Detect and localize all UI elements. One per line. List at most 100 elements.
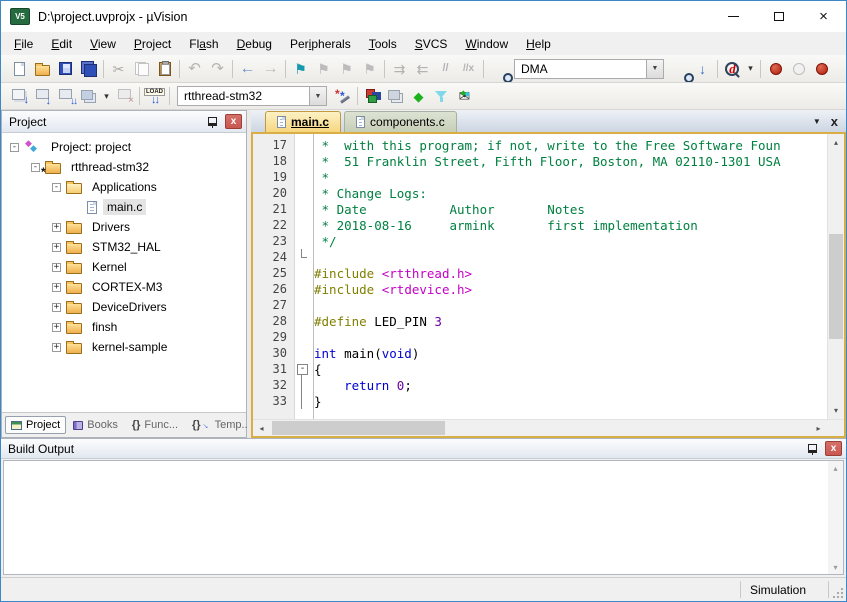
- target-combobox[interactable]: rtthread-stm32▼: [177, 86, 327, 106]
- search-combobox-dropdown-icon[interactable]: ▼: [646, 60, 663, 78]
- expand-minus-icon[interactable]: -: [52, 183, 61, 192]
- code-line-28[interactable]: 28#define LED_PIN 3: [253, 313, 827, 329]
- horizontal-scroll-thumb[interactable]: [272, 421, 445, 435]
- next-bookmark-button[interactable]: ⚑: [335, 58, 358, 80]
- build-output-close-button[interactable]: x: [825, 441, 842, 456]
- scroll-left-icon[interactable]: ◂: [253, 420, 270, 437]
- manage-runtime-environment-button[interactable]: [361, 85, 384, 107]
- toggle-bookmark-button[interactable]: ⚑: [289, 58, 312, 80]
- code-line-24[interactable]: 24: [253, 249, 827, 265]
- expand-plus-icon[interactable]: +: [52, 263, 61, 272]
- navigate-back-button[interactable]: ←: [236, 58, 259, 80]
- comment-button[interactable]: //: [434, 58, 457, 80]
- panel-tab-func[interactable]: {}Func...: [127, 417, 183, 433]
- tree-item-finsh[interactable]: +finsh: [2, 317, 246, 337]
- rebuild-all-button[interactable]: [54, 85, 77, 107]
- editor-tab-main-c[interactable]: main.c: [265, 111, 341, 132]
- code-line-30[interactable]: 30int main(void): [253, 345, 827, 361]
- code-line-33[interactable]: 33}: [253, 393, 827, 409]
- code-editor[interactable]: 17 * with this program; if not, write to…: [253, 137, 827, 409]
- menu-view[interactable]: View: [81, 34, 125, 54]
- expand-minus-icon[interactable]: -: [10, 143, 19, 152]
- expand-plus-icon[interactable]: +: [52, 223, 61, 232]
- batch-build-button[interactable]: [77, 85, 100, 107]
- menu-edit[interactable]: Edit: [42, 34, 81, 54]
- document-close-icon[interactable]: x: [831, 115, 838, 128]
- editor-vertical-scrollbar[interactable]: ▴ ▾: [827, 134, 844, 419]
- tree-item-devicedrivers[interactable]: +DeviceDrivers: [2, 297, 246, 317]
- cut-button[interactable]: ✂: [107, 58, 130, 80]
- search-combobox[interactable]: DMA▼: [514, 59, 664, 79]
- horizontal-scroll-track[interactable]: [270, 420, 810, 436]
- tree-item-rtthread-stm32[interactable]: -rtthread-stm32: [2, 157, 246, 177]
- code-line-31[interactable]: 31{: [253, 361, 827, 377]
- navigate-forward-button[interactable]: →: [259, 58, 282, 80]
- build-output-scrollbar[interactable]: ▴ ▾: [828, 461, 843, 574]
- close-button[interactable]: ×: [801, 1, 846, 32]
- minimize-button[interactable]: [711, 1, 756, 32]
- incremental-find-button[interactable]: ↓: [691, 58, 714, 80]
- translate-button[interactable]: [8, 85, 31, 107]
- editor-horizontal-scrollbar[interactable]: ◂ ▸: [253, 419, 844, 436]
- menu-peripherals[interactable]: Peripherals: [281, 34, 360, 54]
- find-in-files-button[interactable]: [487, 58, 510, 80]
- undo-button[interactable]: ↶: [183, 58, 206, 80]
- vertical-scroll-track[interactable]: [828, 151, 844, 402]
- fold-toggle-icon[interactable]: [295, 361, 314, 377]
- code-line-25[interactable]: 25#include <rtthread.h>: [253, 265, 827, 281]
- expand-plus-icon[interactable]: +: [52, 303, 61, 312]
- tree-item-kernel-sample[interactable]: +kernel-sample: [2, 337, 246, 357]
- menu-project[interactable]: Project: [125, 34, 180, 54]
- find-next-button[interactable]: [668, 58, 691, 80]
- tree-item-applications[interactable]: -Applications: [2, 177, 246, 197]
- redo-button[interactable]: ↷: [206, 58, 229, 80]
- debug-session-button[interactable]: d: [721, 58, 744, 80]
- uncomment-button[interactable]: //x: [457, 58, 480, 80]
- code-line-18[interactable]: 18 * 51 Franklin Street, Fifth Floor, Bo…: [253, 153, 827, 169]
- target-options-button[interactable]: [331, 85, 354, 107]
- batch-build-dropdown[interactable]: ▾: [100, 85, 113, 107]
- menu-svcs[interactable]: SVCS: [406, 34, 457, 54]
- tree-item-stm32-hal[interactable]: +STM32_HAL: [2, 237, 246, 257]
- tree-item-kernel[interactable]: +Kernel: [2, 257, 246, 277]
- kill-all-breakpoints-button[interactable]: [810, 58, 833, 80]
- stop-build-button[interactable]: [113, 85, 136, 107]
- copy-button[interactable]: [130, 58, 153, 80]
- paste-button[interactable]: [153, 58, 176, 80]
- scroll-down-icon[interactable]: ▾: [828, 402, 845, 419]
- project-panel-close-button[interactable]: x: [225, 114, 242, 129]
- code-line-32[interactable]: 32 return 0;: [253, 377, 827, 393]
- code-line-23[interactable]: 23 */: [253, 233, 827, 249]
- tree-item-cortex-m3[interactable]: +CORTEX-M3: [2, 277, 246, 297]
- vertical-scroll-thumb[interactable]: [829, 234, 843, 339]
- resize-grip[interactable]: [829, 578, 846, 601]
- indent-button[interactable]: ⇉: [388, 58, 411, 80]
- code-line-26[interactable]: 26#include <rtdevice.h>: [253, 281, 827, 297]
- code-line-17[interactable]: 17 * with this program; if not, write to…: [253, 137, 827, 153]
- scroll-right-icon[interactable]: ▸: [810, 420, 827, 437]
- code-line-29[interactable]: 29: [253, 329, 827, 345]
- panel-tab-temp[interactable]: {}→Temp...: [187, 417, 256, 433]
- code-line-22[interactable]: 22 * 2018-08-16 armink first implementat…: [253, 217, 827, 233]
- previous-bookmark-button[interactable]: ⚑: [312, 58, 335, 80]
- panel-tab-project[interactable]: Project: [5, 416, 66, 434]
- outdent-button[interactable]: ⇇: [411, 58, 434, 80]
- new-file-button[interactable]: [8, 58, 31, 80]
- maximize-button[interactable]: [756, 1, 801, 32]
- pin-icon[interactable]: [207, 116, 217, 128]
- pack-installer-button[interactable]: ✉: [453, 85, 476, 107]
- tree-item-project-project[interactable]: -Project: project: [2, 137, 246, 157]
- menu-help[interactable]: Help: [517, 34, 560, 54]
- menu-flash[interactable]: Flash: [180, 34, 227, 54]
- menu-file[interactable]: File: [5, 34, 42, 54]
- menu-tools[interactable]: Tools: [360, 34, 406, 54]
- runtime-environment-button[interactable]: ◆: [407, 85, 430, 107]
- manage-project-items-button[interactable]: [384, 85, 407, 107]
- scroll-up-icon[interactable]: ▴: [828, 134, 845, 151]
- panel-tab-books[interactable]: Books: [68, 417, 123, 433]
- save-button[interactable]: [54, 58, 77, 80]
- clear-bookmarks-button[interactable]: ⚑: [358, 58, 381, 80]
- select-software-packs-button[interactable]: [430, 85, 453, 107]
- save-all-button[interactable]: [77, 58, 100, 80]
- scroll-up-icon[interactable]: ▴: [827, 461, 844, 475]
